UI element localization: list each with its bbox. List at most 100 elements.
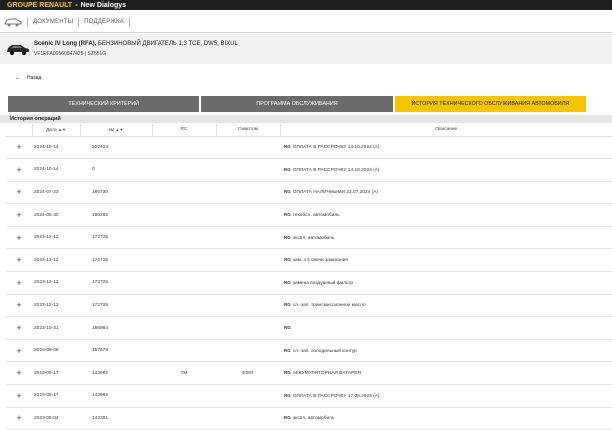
rg-tag: RG [284,347,291,353]
row-symptom [216,407,280,430]
row-rc [152,226,216,250]
row-description: RG экспл. автомобиль [280,226,612,250]
row-date: 2024-05-30 [32,203,80,227]
table-row: +2024-05-30 186292 RG техобсл. автомобиль [6,203,612,227]
tab-service-history[interactable]: ИСТОРИЯ ТЕХНИЧЕСКОГО ОБСЛУЖИВАНИЯ АВТОМО… [394,96,586,112]
row-km: 142281 [80,407,152,430]
row-km: 186730 [80,181,152,205]
rg-tag: RG [284,325,291,331]
row-date: 2023-12-12 [32,294,80,318]
rg-tag: RG [284,234,291,240]
row-symptom [216,294,280,318]
expand-plus-icon[interactable]: + [6,271,32,295]
header-symptom: Симптом [215,124,280,137]
arrow-left-icon: ← [15,75,21,81]
row-description-text: ОПЛАТА В РАССРОЧКУ 14.10.2024 (А) [292,145,380,151]
row-symptom [216,181,280,205]
expand-plus-icon[interactable]: + [6,339,32,363]
row-description-text: зам. з 4 свечи зажигания [292,258,349,264]
expand-plus-icon[interactable]: + [6,226,32,250]
expand-plus-icon[interactable]: + [6,316,32,340]
row-rc [152,158,216,182]
row-km: 172725 [80,226,152,250]
row-date: 2023-12-12 [32,248,80,273]
row-description-text: сл.-зап. холодильный контур [292,348,357,354]
row-description: RG замена воздушный фильтр [280,271,612,295]
row-description: RG ОПЛАТА В РАССРОЧКУ 17.05.2023 (А) [280,384,612,408]
table-row: +2024-10-14 0 RG ОПЛАТА В РАССРОЧКУ 14.10.2… [6,158,612,182]
row-rc [152,294,216,318]
header-date[interactable]: Дата ▲▼ [31,124,80,137]
vehicle-engine: БЕНЗИНОВЫЙ ДВИГАТЕЛЬ 1,3 TCE, DW5, BIXUL [96,41,238,47]
row-symptom [216,339,280,363]
expand-plus-icon[interactable]: + [6,294,32,318]
rg-tag: RG [284,166,291,172]
expand-plus-icon[interactable]: + [6,384,32,408]
nav-support[interactable]: ПОДДЕРЖКА [84,19,124,25]
tab-technical-criteria[interactable]: ТЕХНИЧЕСКИЙ КРИТЕРИЙ [8,96,200,112]
row-description: RG АККУМУЛЯТОРНАЯ БАТАРЕЯ [280,361,612,386]
vehicle-header: Scenic IV Long (RFA), БЕНЗИНОВЫЙ ДВИГАТЕ… [0,34,612,64]
table-row: +2024-07-23 186730 RG ОПЛАТА НАЛИЧНЫМИ 23.0… [6,181,612,205]
nav-divider [27,16,28,27]
brand-label: GROUPE RENAULT [7,1,73,9]
rg-tag: RG [284,370,291,376]
row-description: RG ОПЛАТА В РАССРОЧКУ 14.10.2024 (А) [280,158,612,182]
expand-plus-icon[interactable]: + [6,361,32,386]
table-row: +2023-12-12 172725 RG зам. з 4 свечи зажига… [6,248,612,273]
table-row: +2023-12-12 172725 RG сл.-зап. трансмиссион… [6,294,612,318]
row-km: 0 [80,158,152,182]
header-rc: RC [151,124,216,137]
expand-plus-icon[interactable]: + [6,203,32,227]
table-row: +2023-12-12 172725 RG экспл. автомобиль [6,226,612,250]
row-date: 2023-05-17 [32,361,80,386]
row-date: 2023-09-06 [32,339,80,363]
row-rc: 7M [152,361,216,386]
row-date: 2024-10-14 [32,136,80,160]
row-km: 143992 [80,384,152,408]
row-km: 172725 [80,271,152,295]
header-km[interactable]: км ▲▼ [79,124,152,137]
row-date: 2024-10-14 [32,158,80,182]
row-symptom [216,136,280,160]
tab-bar: ТЕХНИЧЕСКИЙ КРИТЕРИЙ ПРОГРАММА ОБСЛУЖИВА… [8,96,586,112]
vehicle-image [6,42,30,56]
expand-plus-icon[interactable]: + [6,158,32,182]
expand-plus-icon[interactable]: + [6,181,32,205]
back-link[interactable]: ← Назад [15,75,41,81]
vehicle-title: Scenic IV Long (RFA), БЕНЗИНОВЫЙ ДВИГАТЕ… [34,41,238,47]
expand-plus-icon[interactable]: + [6,136,32,160]
vehicle-vin: VF1RFA00560947425 | SZ551G [34,51,107,57]
table-row: +2023-12-12 172725 RG замена воздушный филь… [6,271,612,295]
sort-icon: ▲▼ [115,126,124,132]
rg-tag: RG [284,257,291,263]
row-date: 2023-12-12 [32,271,80,295]
row-rc [152,136,216,160]
expand-plus-icon[interactable]: + [6,248,32,273]
row-description-text: АККУМУЛЯТОРНАЯ БАТАРЕЯ [292,371,361,377]
table-row: +2023-05-04 142281 RG экспл. автомобиль [6,407,612,430]
expand-plus-icon[interactable]: + [6,407,32,430]
row-description-text: техобсл. автомобиль [292,213,340,219]
row-date: 2023-05-04 [32,407,80,430]
row-description: RG экспл. автомобиль [280,407,612,430]
rg-tag: RG [284,392,291,398]
row-symptom [216,248,280,273]
row-rc [152,271,216,295]
sort-icon: ▲▼ [58,126,66,132]
row-km: 143992 [80,361,152,386]
row-rc [152,339,216,363]
row-description-text: экспл. автомобиль [292,416,335,422]
row-rc [152,384,216,408]
row-date: 2023-10-31 [32,316,80,340]
back-label: Назад [27,75,42,81]
car-icon[interactable] [4,17,22,27]
vehicle-model: Scenic IV Long (RFA), [34,41,97,47]
tab-service-program[interactable]: ПРОГРАММА ОБСЛУЖИВАНИЯ [201,96,393,112]
nav-divider [78,16,80,27]
row-km: 172725 [80,248,152,273]
nav-documents[interactable]: ДОКУМЕНТЫ [33,19,73,25]
nav-bar: ДОКУМЕНТЫ ПОДДЕРЖКА [0,11,612,33]
row-description-text: замена воздушный фильтр [292,280,354,286]
table-row: +2023-05-17 143992 7M E087 RG АККУМУЛЯТОРНАЯ … [6,361,612,386]
